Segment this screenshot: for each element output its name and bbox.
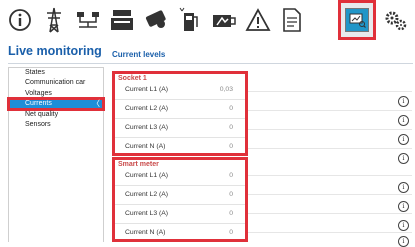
info-icon[interactable]: i	[398, 182, 409, 193]
row-label: Current L2 (A)	[125, 105, 169, 112]
sidebar-item-states[interactable]: States	[9, 68, 103, 78]
info-icon[interactable]: i	[398, 134, 409, 145]
table-row: Current L3 (A) 0	[115, 205, 245, 224]
sidebar-item-currents[interactable]: Currents 〈	[7, 97, 105, 111]
row-label: Current L2 (A)	[125, 191, 169, 198]
sidebar-item-sensors[interactable]: Sensors	[9, 120, 103, 130]
sidebar-item-label: Voltages	[25, 90, 52, 97]
chevron-left-icon: 〈	[92, 99, 100, 108]
row-value: 0	[229, 229, 233, 236]
settings-gears-icon[interactable]	[380, 3, 412, 37]
cash-register-icon[interactable]	[106, 3, 138, 37]
row-label: Current L1 (A)	[125, 172, 169, 179]
sidebar-item-communication-car[interactable]: Communication car	[9, 78, 103, 88]
row-label: Current N (A)	[125, 143, 166, 150]
sidebar-item-label: Net quality	[25, 111, 59, 118]
section-subtitle: Current levels	[112, 50, 166, 59]
table-row: Current L2 (A) 0	[115, 186, 245, 205]
info-icon[interactable]: i	[398, 153, 409, 164]
header-divider	[8, 63, 413, 64]
charging-station-icon[interactable]	[174, 3, 206, 37]
row-value: 0	[229, 191, 233, 198]
info-icon[interactable]: i	[398, 115, 409, 126]
info-icon[interactable]	[4, 3, 36, 37]
sidebar-item-label: States	[25, 69, 45, 76]
sidebar-item-voltages[interactable]: Voltages	[9, 89, 103, 99]
sidebar-item-label: Communication car	[25, 79, 86, 86]
row-value: 0	[229, 143, 233, 150]
table-row: Current L1 (A) 0,03	[115, 81, 245, 100]
table-row: Current L1 (A) 0	[115, 167, 245, 186]
document-icon[interactable]	[276, 3, 308, 37]
live-monitor-icon[interactable]	[338, 0, 376, 40]
info-icon[interactable]: i	[398, 201, 409, 212]
row-value: 0	[229, 124, 233, 131]
sidebar-item-label: Currents	[25, 100, 52, 107]
table-row: Current N (A) 0	[115, 138, 245, 157]
sidebar-item-net-quality[interactable]: Net quality	[9, 110, 103, 120]
sidebar-item-label: Sensors	[25, 121, 51, 128]
power-tower-icon[interactable]	[38, 3, 70, 37]
row-value: 0,03	[219, 86, 233, 93]
row-label: Current L1 (A)	[125, 86, 169, 93]
row-label: Current N (A)	[125, 229, 166, 236]
warning-icon[interactable]	[242, 3, 274, 37]
payment-card-icon[interactable]	[140, 3, 172, 37]
smart-meter-group: Smart meter Current L1 (A) 0 Current L2 …	[112, 157, 248, 242]
table-row: Current L3 (A) 0	[115, 119, 245, 138]
row-label: Current L3 (A)	[125, 210, 169, 217]
row-value: 0	[229, 210, 233, 217]
vehicle-charging-icon[interactable]	[208, 3, 240, 37]
table-row: Current L2 (A) 0	[115, 100, 245, 119]
row-value: 0	[229, 105, 233, 112]
page-title: Live monitoring	[8, 44, 102, 58]
socket-1-group: Socket 1 Current L1 (A) 0,03 Current L2 …	[112, 71, 248, 156]
info-icon[interactable]: i	[398, 96, 409, 107]
distribution-icon[interactable]	[72, 3, 104, 37]
row-value: 0	[229, 172, 233, 179]
toolbar	[0, 0, 415, 40]
info-icon[interactable]: i	[398, 220, 409, 231]
row-label: Current L3 (A)	[125, 124, 169, 131]
table-row: Current N (A) 0	[115, 224, 245, 243]
sidebar-menu: States Communication car Voltages Curren…	[7, 67, 105, 242]
